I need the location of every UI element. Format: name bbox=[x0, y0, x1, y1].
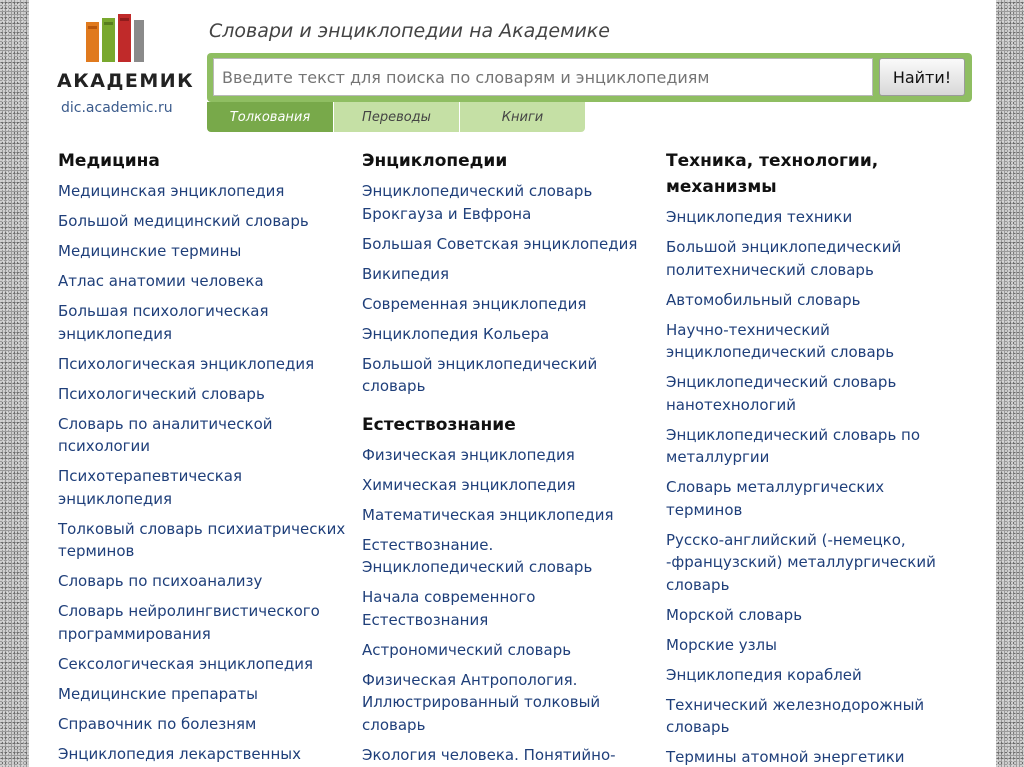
tab-perevody[interactable]: Переводы bbox=[333, 102, 459, 132]
section-title: Медицина bbox=[58, 151, 160, 171]
dictionary-link[interactable]: Энциклопедия лекарственных bbox=[58, 743, 353, 766]
dictionary-link[interactable]: Энциклопедия Кольера bbox=[362, 323, 657, 346]
dictionary-link[interactable]: Словарь нейролингвистического программир… bbox=[58, 600, 353, 645]
site-logo[interactable]: АКАДЕМИК dic.academic.ru bbox=[55, 12, 205, 122]
category-encyclopedias: Энциклопедии Энциклопедический словарь Б… bbox=[362, 148, 657, 767]
dictionary-link[interactable]: Астрономический словарь bbox=[362, 639, 657, 662]
site-title: Словари и энциклопедии на Академике bbox=[209, 20, 610, 42]
logo-wordmark: АКАДЕМИК bbox=[57, 70, 195, 92]
dictionary-link[interactable]: Русско-английский (-немецко, -французски… bbox=[666, 529, 961, 597]
dictionary-link[interactable]: Справочник по болезням bbox=[58, 713, 353, 736]
dictionary-link[interactable]: Экология человека. Понятийно- bbox=[362, 744, 657, 767]
dictionary-link[interactable]: Словарь металлургических терминов bbox=[666, 476, 961, 521]
dictionary-link[interactable]: Физическая Антропология. Иллюстрированны… bbox=[362, 669, 657, 737]
dictionary-link[interactable]: Большой энциклопедический словарь bbox=[362, 353, 657, 398]
dictionary-link[interactable]: Морской словарь bbox=[666, 604, 961, 627]
dictionary-link[interactable]: Автомобильный словарь bbox=[666, 289, 961, 312]
logo-url[interactable]: dic.academic.ru bbox=[61, 100, 173, 116]
books-logo-icon bbox=[86, 14, 144, 62]
search-bar: Найти! bbox=[207, 53, 972, 102]
dictionary-link[interactable]: Морские узлы bbox=[666, 634, 961, 657]
dictionary-link[interactable]: Начала современного Естествознания bbox=[362, 586, 657, 631]
dictionary-link[interactable]: Научно-технический энциклопедический сло… bbox=[666, 319, 961, 364]
dictionary-link[interactable]: Энциклопедия техники bbox=[666, 206, 961, 229]
dictionary-link[interactable]: Естествознание. Энциклопедический словар… bbox=[362, 534, 657, 579]
dictionary-link[interactable]: Большая Советская энциклопедия bbox=[362, 233, 657, 256]
category-technology: Техника, технологии, механизмы Энциклопе… bbox=[666, 148, 961, 767]
section-title: Естествознание bbox=[362, 414, 516, 435]
search-tabs: Толкования Переводы Книги bbox=[207, 102, 585, 132]
dictionary-link[interactable]: Математическая энциклопедия bbox=[362, 504, 657, 527]
dictionary-link[interactable]: Большой медицинский словарь bbox=[58, 210, 353, 233]
category-medicine: Медицина Медицинская энциклопедия Большо… bbox=[58, 148, 353, 767]
dictionary-link[interactable]: Большая психологическая энциклопедия bbox=[58, 300, 353, 345]
dictionary-link[interactable]: Толковый словарь психиатрических термино… bbox=[58, 518, 353, 563]
dictionary-link[interactable]: Современная энциклопедия bbox=[362, 293, 657, 316]
dictionary-link[interactable]: Словарь по аналитической психологии bbox=[58, 413, 353, 458]
dictionary-link[interactable]: Технический железнодорожный словарь bbox=[666, 694, 961, 739]
tab-knigi[interactable]: Книги bbox=[459, 102, 585, 132]
dictionary-link[interactable]: Большой энциклопедический политехнически… bbox=[666, 236, 961, 281]
section-title: Техника, технологии, механизмы bbox=[666, 151, 879, 197]
dictionary-link[interactable]: Медицинская энциклопедия bbox=[58, 180, 353, 203]
tab-tolkovaniya[interactable]: Толкования bbox=[207, 102, 333, 132]
dictionary-link[interactable]: Медицинские препараты bbox=[58, 683, 353, 706]
dictionary-link[interactable]: Медицинские термины bbox=[58, 240, 353, 263]
dictionary-link[interactable]: Словарь по психоанализу bbox=[58, 570, 353, 593]
dictionary-link[interactable]: Термины атомной энергетики bbox=[666, 746, 961, 767]
dictionary-link[interactable]: Психологическая энциклопедия bbox=[58, 353, 353, 376]
page: АКАДЕМИК dic.academic.ru Словари и энцик… bbox=[29, 0, 996, 767]
search-button[interactable]: Найти! bbox=[879, 58, 965, 96]
dictionary-link[interactable]: Психотерапевтическая энциклопедия bbox=[58, 465, 353, 510]
dictionary-link[interactable]: Атлас анатомии человека bbox=[58, 270, 353, 293]
search-input[interactable] bbox=[213, 58, 873, 96]
dictionary-link[interactable]: Сексологическая энциклопедия bbox=[58, 653, 353, 676]
dictionary-link[interactable]: Википедия bbox=[362, 263, 657, 286]
dictionary-link[interactable]: Энциклопедический словарь по металлургии bbox=[666, 424, 961, 469]
dictionary-link[interactable]: Энциклопедический словарь Брокгауза и Ев… bbox=[362, 180, 657, 225]
dictionary-link[interactable]: Энциклопедия кораблей bbox=[666, 664, 961, 687]
dictionary-link[interactable]: Энциклопедический словарь нанотехнологий bbox=[666, 371, 961, 416]
section-title: Энциклопедии bbox=[362, 151, 508, 171]
dictionary-link[interactable]: Химическая энциклопедия bbox=[362, 474, 657, 497]
dictionary-link[interactable]: Психологический словарь bbox=[58, 383, 353, 406]
dictionary-link[interactable]: Физическая энциклопедия bbox=[362, 444, 657, 467]
